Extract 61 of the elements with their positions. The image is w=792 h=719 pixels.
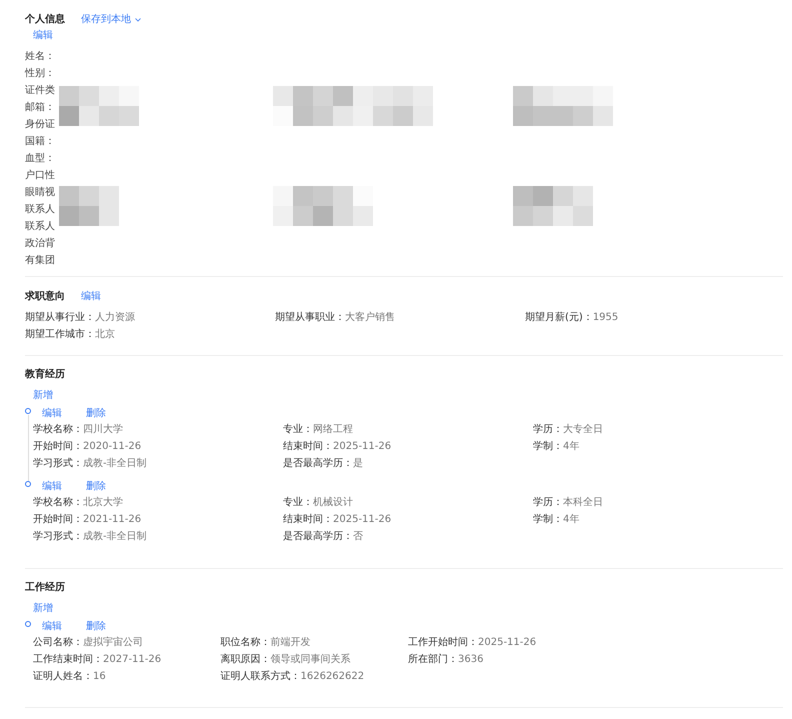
delete-link[interactable]: 删除 xyxy=(86,480,106,494)
field-text: 学校名称：四川大学 xyxy=(33,422,124,437)
edit-link[interactable]: 编辑 xyxy=(42,620,62,634)
edit-link[interactable]: 编辑 xyxy=(42,407,62,421)
field-text: 学校名称：北京大学 xyxy=(33,496,124,510)
field-text: 学历：大专全日 xyxy=(533,422,604,437)
field-label: 证件类 xyxy=(25,84,55,98)
field-text: 专业：机械设计 xyxy=(283,496,354,510)
save-dropdown[interactable]: 保存到本地 xyxy=(81,13,141,27)
field-text: 学制：4年 xyxy=(533,512,580,527)
field-label: 邮箱： xyxy=(25,100,55,115)
field-text: 学习形式：成教-非全日制 xyxy=(33,456,148,471)
field-text: 是否最高学历：否 xyxy=(283,530,364,544)
edit-link[interactable]: 编辑 xyxy=(33,29,53,43)
field-label: 姓名： xyxy=(25,50,55,64)
field-label: 联系人 xyxy=(25,220,55,234)
field-text: 专业：网络工程 xyxy=(283,422,354,437)
field-text: 职位名称：前端开发 xyxy=(220,636,312,650)
field-text: 公司名称：虚拟宇宙公司 xyxy=(33,636,144,650)
timeline-dot xyxy=(25,621,31,627)
section-title: 个人信息 xyxy=(25,12,65,27)
field-text: 证明人姓名：16 xyxy=(33,670,107,684)
field-label: 眼睛视 xyxy=(25,186,55,200)
field-text: 开始时间：2020-11-26 xyxy=(33,440,142,454)
field-label: 政治背 xyxy=(25,236,55,251)
edit-link[interactable]: 编辑 xyxy=(42,480,62,494)
field-label: 身份证 xyxy=(25,118,55,132)
field-text: 所在部门：3636 xyxy=(408,652,484,667)
field-text: 离职原因：领导或同事间关系 xyxy=(220,652,352,667)
edit-link[interactable]: 编辑 xyxy=(81,290,101,304)
field-text: 学习形式：成教-非全日制 xyxy=(33,530,148,544)
field-label: 联系人 xyxy=(25,202,55,217)
delete-link[interactable]: 删除 xyxy=(86,407,106,421)
section-title: 教育经历 xyxy=(25,367,66,382)
field-text: 工作结束时间：2027-11-26 xyxy=(33,652,162,667)
timeline-dot xyxy=(25,408,31,414)
field-label: 性别： xyxy=(25,66,55,81)
field-text: 期望从事职业：大客户销售 xyxy=(275,310,396,325)
section-title: 工作经历 xyxy=(25,580,66,595)
field-text: 证明人联系方式：1626262622 xyxy=(220,670,366,684)
caret-icon xyxy=(135,18,141,22)
field-label: 国籍： xyxy=(25,135,55,149)
section-title: 求职意向 xyxy=(25,290,65,304)
field-label: 户口性 xyxy=(25,168,55,183)
delete-link[interactable]: 删除 xyxy=(86,620,106,634)
field-label: 血型： xyxy=(25,152,55,166)
field-text: 开始时间：2021-11-26 xyxy=(33,512,142,527)
field-text: 学历：本科全日 xyxy=(533,496,604,510)
field-text: 学制：4年 xyxy=(533,440,580,454)
field-text: 期望工作城市：北京 xyxy=(25,328,116,342)
field-text: 结束时间：2025-11-26 xyxy=(283,440,392,454)
add-link[interactable]: 新增 xyxy=(33,602,53,616)
field-text: 期望从事行业：人力资源 xyxy=(25,310,136,325)
redaction-mosaic xyxy=(59,186,119,226)
field-label: 有集团 xyxy=(25,254,55,268)
field-text: 结束时间：2025-11-26 xyxy=(283,512,392,527)
field-text: 是否最高学历：是 xyxy=(283,456,364,471)
timeline-dot xyxy=(25,481,31,487)
field-text: 工作开始时间：2025-11-26 xyxy=(408,636,538,650)
field-text: 期望月薪(元)：1955 xyxy=(525,310,620,325)
add-link[interactable]: 新增 xyxy=(33,389,53,403)
